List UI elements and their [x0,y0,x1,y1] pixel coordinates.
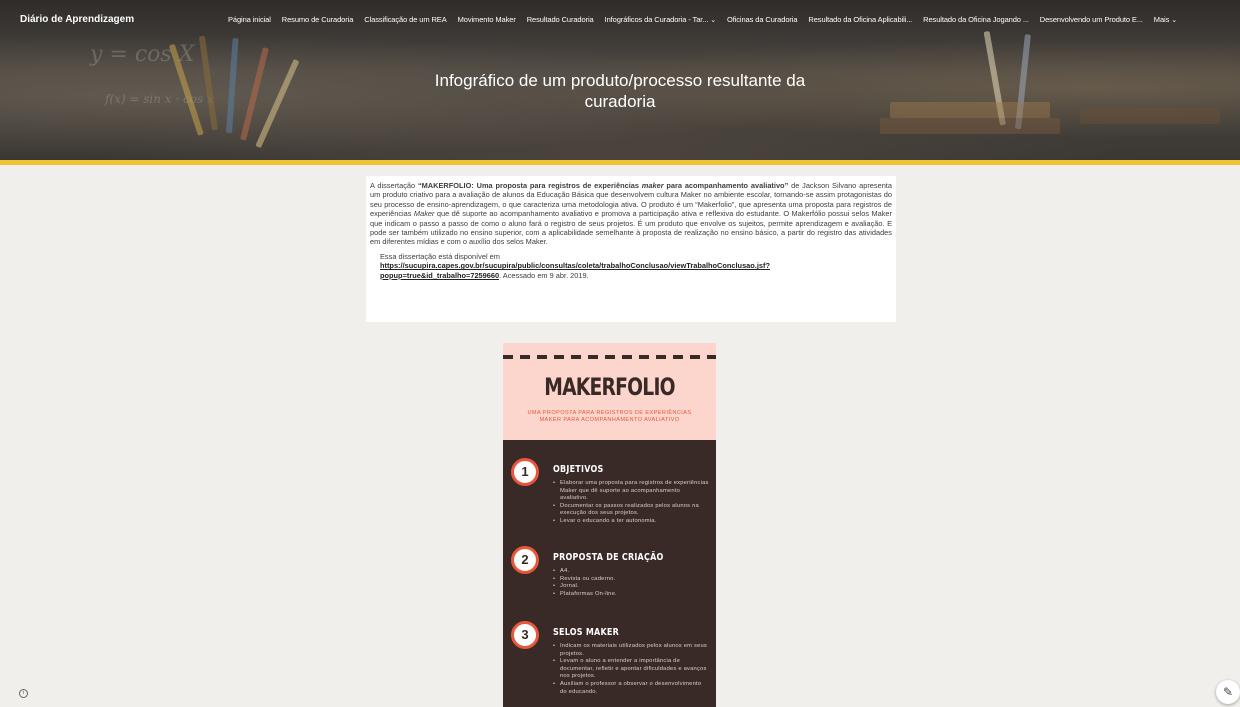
section-title: OBJETIVOS [553,464,604,475]
section-bullets: Indicam os materiais utilizados pelos al… [551,643,709,696]
chevron-down-icon: ⌄ [710,17,716,24]
nav-items: Página inicial Resumo de Curadoria Class… [228,15,1230,24]
intro-body-end: que dê suporte ao acompanhamento avaliat… [370,209,893,247]
site-title[interactable]: Diário de Aprendizagem [20,14,134,25]
section-bullets: A4. Revista ou caderno. Jornal. Platafor… [551,568,709,598]
link-line1: https://sucupira.capes.gov.br/sucupira/p… [380,261,771,271]
banner-formula-2: f(x) = sin x · cos x [105,92,214,106]
dashed-line [503,355,716,359]
page-title-line2: curadoria [584,92,656,111]
nav-item-infograficos[interactable]: Infográficos da Curadoria - Tar... ⌄ [605,15,716,24]
pencil-decoration [198,35,218,131]
books-decoration [880,118,1060,134]
chevron-down-icon: ⌄ [1171,17,1177,24]
availability-note: Essa dissertação está disponível em http… [380,252,892,280]
top-navigation: Diário de Aprendizagem Página inicial Re… [0,0,1240,26]
bullet-item: Revista ou caderno. [551,576,709,584]
dissertation-title-text: “MAKERFOLIO: Uma proposta para registros… [417,181,642,190]
intro-prefix: A dissertação [370,181,418,190]
nav-item-resultado-aplicabilidade[interactable]: Resultado da Oficina Aplicabili... [808,15,912,24]
info-icon[interactable]: i [19,689,28,698]
nav-item-mais[interactable]: Mais ⌄ [1154,15,1177,24]
nav-item-label: Mais [1153,15,1170,24]
bullet-item: Indicam os materiais utilizados pelos al… [551,643,709,658]
bullet-item: Auxiliam o professor a observar o desenv… [551,681,709,696]
pencil-decoration [226,38,239,134]
accent-divider [0,160,1240,165]
nav-item-resultado-jogando[interactable]: Resultado da Oficina Jogando ... [923,15,1029,24]
section-number-badge: 3 [511,621,539,649]
nav-item-label: Infográficos da Curadoria - Tar... [604,15,709,24]
bullet-item: Levar o educando a ter autonomia. [551,518,709,526]
bullet-item: Plataformas On-line. [551,591,709,599]
section-title: SELOS MAKER [553,627,620,638]
bullet-item: Documentar os passos realizados pelos al… [551,503,709,518]
description-paragraph: A dissertação “MAKERFOLIO: Uma proposta … [370,181,892,247]
nav-item-resumo-curadoria[interactable]: Resumo de Curadoria [282,15,354,24]
pencil-icon[interactable]: ✎ [1216,680,1240,704]
makerfolio-infographic: MAKERFOLIO UMA PROPOSTA PARA REGISTROS D… [503,343,716,707]
header-banner: y = cos X f(x) = sin x · cos x Diário de… [0,0,1240,160]
section-number-badge: 1 [511,458,539,486]
nav-item-desenvolvendo-produto[interactable]: Desenvolvendo um Produto E... [1040,15,1143,24]
link-line2: popup=true&id_trabalho=7259660 [380,270,500,280]
infographic-subtitle: UMA PROPOSTA PARA REGISTROS DE EXPERIÊNC… [527,410,692,423]
bullet-item: Jornal. [551,583,709,591]
section-number-badge: 2 [511,546,539,574]
nav-item-oficinas[interactable]: Oficinas da Curadoria [727,15,798,24]
nav-item-movimento-maker[interactable]: Movimento Maker [458,15,516,24]
infographic-title: MAKERFOLIO [544,373,675,401]
description-text-block: A dissertação “MAKERFOLIO: Uma proposta … [366,176,896,322]
dissertation-title-end: para acompanhamento avaliativo” [663,181,789,190]
infographic-header: MAKERFOLIO UMA PROPOSTA PARA REGISTROS D… [503,343,716,440]
dissertation-title-italic: maker [641,181,664,190]
section-title: PROPOSTA DE CRIAÇÃO [553,552,664,563]
page-title: Infográfico de um produto/processo resul… [400,70,840,112]
books-decoration [1080,108,1220,124]
books-decoration [890,102,1050,118]
bullet-item: Elaborar uma proposta para registros de … [551,480,709,503]
availability-prefix: Essa dissertação está disponível em [380,251,500,261]
accessed-date: . Acessado em 9 abr. 2019. [499,270,589,280]
nav-item-resultado-curadoria[interactable]: Resultado Curadoria [527,15,594,24]
intro-body-italic: Maker [413,209,435,219]
page-title-line1: Infográfico de um produto/processo resul… [434,71,806,90]
nav-item-classificacao-rea[interactable]: Classificação de um REA [364,15,446,24]
dissertation-title: “MAKERFOLIO: Uma proposta para registros… [418,181,788,190]
bullet-item: A4. [551,568,709,576]
section-bullets: Elaborar uma proposta para registros de … [551,480,709,526]
nav-item-pagina-inicial[interactable]: Página inicial [228,15,271,24]
bullet-item: Levam o aluno a entender a importância d… [551,658,709,681]
